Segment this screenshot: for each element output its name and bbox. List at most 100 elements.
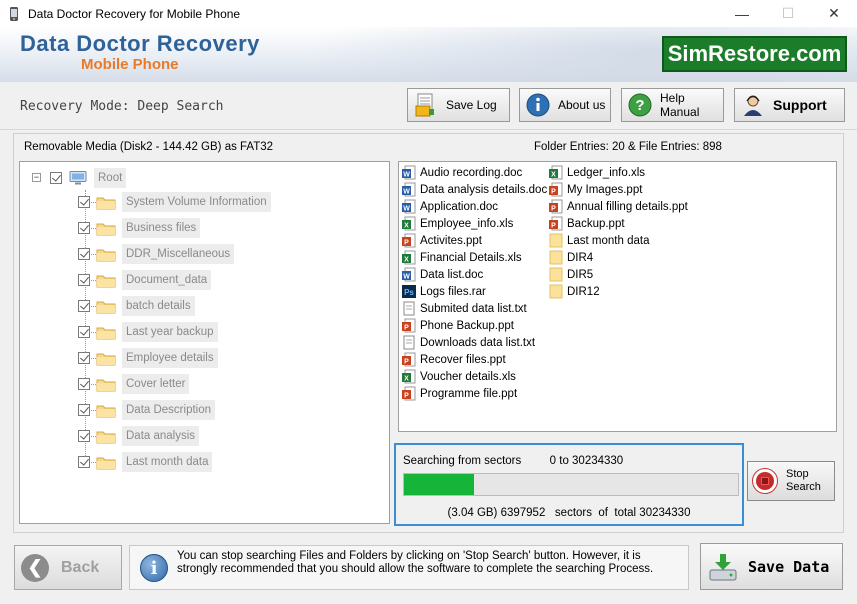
save-data-button[interactable]: Save Data <box>700 543 843 590</box>
file-list-folder[interactable]: DIR5 <box>549 266 593 283</box>
svg-text:W: W <box>403 172 410 179</box>
root-checkbox[interactable] <box>50 172 62 184</box>
ppt-file-icon: P <box>549 182 567 197</box>
tree-folder-item[interactable]: DDR_Miscellaneous <box>78 242 235 266</box>
progress-fill <box>404 474 475 495</box>
back-arrow-icon: ❮ <box>21 553 49 582</box>
tree-folder-label: Business files <box>122 218 201 238</box>
save-log-button[interactable]: Save Log <box>407 88 510 122</box>
folder-icon <box>549 284 567 299</box>
file-list-item[interactable]: W Audio recording.doc <box>402 164 522 181</box>
tree-folder-item[interactable]: Last month data <box>78 450 213 474</box>
folder-checkbox[interactable] <box>78 378 90 390</box>
file-list-item[interactable]: W Data list.doc <box>402 266 483 283</box>
search-label: Searching from sectors <box>403 455 522 467</box>
save-log-label: Save Log <box>446 98 497 112</box>
folder-icon <box>96 431 116 443</box>
file-name: Audio recording.doc <box>420 166 523 179</box>
file-list-item[interactable]: P Backup.ppt <box>549 215 625 232</box>
tree-folder-item[interactable]: Employee details <box>78 346 218 370</box>
svg-text:X: X <box>404 223 409 230</box>
file-list-item[interactable]: P Activites.ppt <box>402 232 482 249</box>
file-list-item[interactable]: P Programme file.ppt <box>402 385 517 402</box>
stop-search-button[interactable]: Stop Search <box>747 461 835 501</box>
folder-icon <box>96 353 116 365</box>
collapse-expander-icon[interactable]: − <box>32 173 41 182</box>
file-list-item[interactable]: X Ledger_info.xls <box>549 164 645 181</box>
file-list-folder[interactable]: Last month data <box>549 232 649 249</box>
back-button[interactable]: ❮ Back <box>14 545 122 590</box>
about-us-button[interactable]: About us <box>519 88 611 122</box>
file-list-item[interactable]: Submited data list.txt <box>402 300 527 317</box>
folder-icon <box>96 249 116 261</box>
xls-file-icon: X <box>549 165 567 180</box>
file-list-item[interactable]: P Recover files.ppt <box>402 351 506 368</box>
info-message: You can stop searching Files and Folders… <box>177 550 654 575</box>
save-log-icon <box>414 93 438 117</box>
tree-folder-item[interactable]: Data Description <box>78 398 216 422</box>
file-list-item[interactable]: P Annual filling details.ppt <box>549 198 688 215</box>
minimize-button[interactable]: — <box>719 0 765 27</box>
tree-folder-item[interactable]: System Volume Information <box>78 190 271 214</box>
file-list[interactable]: W Audio recording.doc W Data analysis detai… <box>398 161 837 432</box>
folder-checkbox[interactable] <box>78 352 90 364</box>
search-range: 0 to 30234330 <box>549 455 624 467</box>
folder-icon <box>96 301 116 313</box>
svg-text:W: W <box>403 189 410 196</box>
tree-root[interactable]: Root <box>50 166 127 190</box>
folder-checkbox[interactable] <box>78 456 90 468</box>
folder-checkbox[interactable] <box>78 248 90 260</box>
file-list-folder[interactable]: DIR4 <box>549 249 593 266</box>
file-name: Annual filling details.ppt <box>567 200 688 213</box>
ppt-file-icon: P <box>402 318 420 333</box>
file-list-item[interactable]: W Data analysis details.doc <box>402 181 547 198</box>
file-list-item[interactable]: X Voucher details.xls <box>402 368 516 385</box>
folder-tree[interactable]: − Root System Volume Information Business… <box>19 161 390 524</box>
tree-folder-item[interactable]: Data analysis <box>78 424 200 448</box>
svg-text:P: P <box>551 223 556 230</box>
folder-checkbox[interactable] <box>78 404 90 416</box>
tree-folder-item[interactable]: batch details <box>78 294 195 318</box>
file-list-item[interactable]: Ps Logs files.rar <box>402 283 486 300</box>
help-icon: ? <box>628 93 652 117</box>
doc-file-icon: W <box>402 182 420 197</box>
back-label: Back <box>61 558 100 576</box>
ppt-file-icon: P <box>402 386 420 401</box>
svg-text:P: P <box>404 325 409 332</box>
folder-icon <box>549 233 567 248</box>
entries-count-label: Folder Entries: 20 & File Entries: 898 <box>534 141 722 153</box>
file-name: Submited data list.txt <box>420 302 527 315</box>
file-list-item[interactable]: P Phone Backup.ppt <box>402 317 514 334</box>
support-label: Support <box>773 97 827 113</box>
save-drive-icon <box>709 553 737 580</box>
tree-folder-item[interactable]: Last year backup <box>78 320 218 344</box>
close-button[interactable]: ✕ <box>811 0 857 27</box>
tree-folder-item[interactable]: Document_data <box>78 268 212 292</box>
tree-folder-item[interactable]: Business files <box>78 216 201 240</box>
folder-checkbox[interactable] <box>78 274 90 286</box>
maximize-button[interactable]: ☐ <box>765 0 811 27</box>
file-list-item[interactable]: X Financial Details.xls <box>402 249 522 266</box>
folder-checkbox[interactable] <box>78 326 90 338</box>
folder-checkbox[interactable] <box>78 222 90 234</box>
file-name: Phone Backup.ppt <box>420 319 514 332</box>
file-list-folder[interactable]: DIR12 <box>549 283 600 300</box>
file-list-item[interactable]: Downloads data list.txt <box>402 334 535 351</box>
svg-text:P: P <box>551 206 556 213</box>
tree-folder-item[interactable]: Cover letter <box>78 372 190 396</box>
file-list-item[interactable]: P My Images.ppt <box>549 181 642 198</box>
save-data-label: Save Data <box>748 557 830 576</box>
file-list-item[interactable]: W Application.doc <box>402 198 498 215</box>
file-name: Recover files.ppt <box>420 353 506 366</box>
app-phone-icon <box>10 6 18 21</box>
folder-checkbox[interactable] <box>78 300 90 312</box>
doc-file-icon: W <box>402 267 420 282</box>
support-button[interactable]: Support <box>734 88 845 122</box>
folder-checkbox[interactable] <box>78 196 90 208</box>
help-manual-button[interactable]: ? Help Manual <box>621 88 724 122</box>
folder-checkbox[interactable] <box>78 430 90 442</box>
stop-label-line1: Stop <box>786 468 809 480</box>
file-name: Activites.ppt <box>420 234 482 247</box>
txt-file-icon <box>402 335 420 350</box>
file-list-item[interactable]: X Employee_info.xls <box>402 215 513 232</box>
